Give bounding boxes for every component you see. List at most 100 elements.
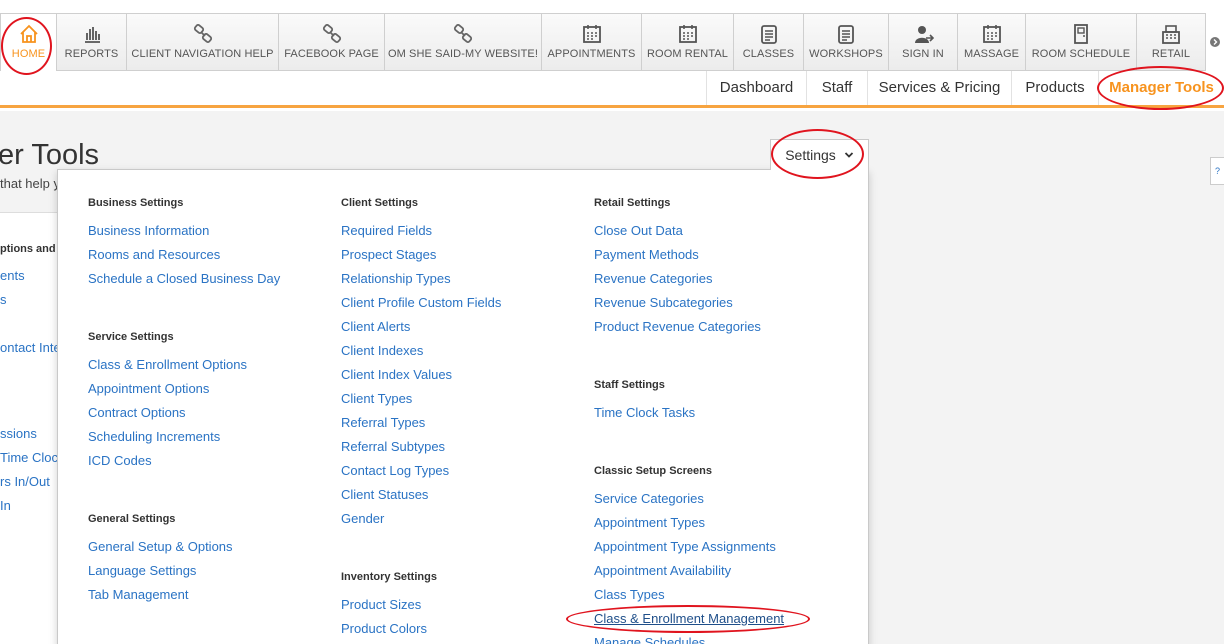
link-class-enrollment-management[interactable]: Class & Enrollment Management (594, 611, 784, 626)
section-inventory-settings: Inventory Settings (341, 571, 437, 583)
subnav-services-pricing[interactable]: Services & Pricing (867, 71, 1011, 105)
link-required-fields[interactable]: Required Fields (341, 223, 432, 238)
link-appointment-availability[interactable]: Appointment Availability (594, 563, 731, 578)
link-contact-log-types[interactable]: Contact Log Types (341, 463, 449, 478)
link-close-out-data[interactable]: Close Out Data (594, 223, 683, 238)
top-toolbar: HOME REPORTS CLIENT NAVIGATION HELP FACE… (0, 13, 1224, 72)
tab-facebook-page-label: FACEBOOK PAGE (284, 48, 379, 60)
link-language-settings[interactable]: Language Settings (88, 563, 196, 578)
clipboard-icon (804, 14, 888, 48)
link-prospect-stages[interactable]: Prospect Stages (341, 247, 436, 262)
tab-room-rental[interactable]: ROOM RENTAL (642, 13, 734, 71)
link-client-indexes[interactable]: Client Indexes (341, 343, 423, 358)
tab-classes-label: CLASSES (742, 48, 795, 60)
link-icon (127, 14, 278, 48)
door-icon (1026, 14, 1136, 48)
settings-dropdown-button[interactable]: Settings (770, 139, 869, 170)
page-title: er Tools (0, 139, 100, 171)
tab-sign-in[interactable]: SIGN IN (889, 13, 958, 71)
link-tab-management[interactable]: Tab Management (88, 587, 188, 602)
link-product-sizes[interactable]: Product Sizes (341, 597, 421, 612)
calendar-icon (958, 14, 1025, 48)
link-time-clock-tasks[interactable]: Time Clock Tasks (594, 405, 695, 420)
settings-button-label: Settings (785, 147, 836, 163)
section-service-settings: Service Settings (88, 331, 174, 343)
tab-om-she-said-website[interactable]: OM SHE SAID-MY WEBSITE! (385, 13, 542, 71)
tab-om-she-said-website-label: OM SHE SAID-MY WEBSITE! (387, 48, 538, 60)
left-link[interactable]: Time Clock (0, 450, 58, 465)
tab-room-schedule-label: ROOM SCHEDULE (1031, 48, 1131, 60)
tab-classes[interactable]: CLASSES (734, 13, 804, 71)
section-staff-settings: Staff Settings (594, 379, 665, 391)
left-link[interactable]: rs In/Out (0, 474, 50, 489)
left-link[interactable]: In (0, 498, 11, 513)
left-link[interactable]: ents (0, 268, 25, 283)
link-business-information[interactable]: Business Information (88, 223, 209, 238)
link-product-colors[interactable]: Product Colors (341, 621, 427, 636)
section-business-settings: Business Settings (88, 197, 184, 209)
link-client-statuses[interactable]: Client Statuses (341, 487, 428, 502)
link-revenue-categories[interactable]: Revenue Categories (594, 271, 713, 286)
link-icd-codes[interactable]: ICD Codes (88, 453, 152, 468)
link-manage-schedules[interactable]: Manage Schedules (594, 635, 705, 644)
link-appointment-type-assignments[interactable]: Appointment Type Assignments (594, 539, 776, 554)
tab-workshops-label: WORKSHOPS (809, 48, 883, 60)
bar-chart-icon (57, 14, 126, 48)
link-contract-options[interactable]: Contract Options (88, 405, 186, 420)
left-link[interactable]: ontact Inte (0, 340, 58, 355)
tab-appointments[interactable]: APPOINTMENTS (542, 13, 642, 71)
section-classic-setup-screens: Classic Setup Screens (594, 465, 713, 477)
tab-client-navigation-help[interactable]: CLIENT NAVIGATION HELP (127, 13, 279, 71)
link-rooms-and-resources[interactable]: Rooms and Resources (88, 247, 220, 262)
link-referral-subtypes[interactable]: Referral Subtypes (341, 439, 445, 454)
clipboard-icon (734, 14, 803, 48)
link-appointment-options[interactable]: Appointment Options (88, 381, 209, 396)
tab-massage-label: MASSAGE (963, 48, 1020, 60)
link-client-alerts[interactable]: Client Alerts (341, 319, 410, 334)
tab-room-rental-label: ROOM RENTAL (647, 48, 728, 60)
home-icon (1, 14, 56, 48)
tab-sign-in-label: SIGN IN (902, 48, 944, 60)
link-icon (385, 14, 541, 48)
link-class-enrollment-options[interactable]: Class & Enrollment Options (88, 357, 247, 372)
subnav-dashboard[interactable]: Dashboard (706, 71, 806, 105)
subnav-products[interactable]: Products (1011, 71, 1098, 105)
link-icon (279, 14, 384, 48)
link-revenue-subcategories[interactable]: Revenue Subcategories (594, 295, 733, 310)
link-client-types[interactable]: Client Types (341, 391, 412, 406)
link-class-types[interactable]: Class Types (594, 587, 665, 602)
link-payment-methods[interactable]: Payment Methods (594, 247, 699, 262)
chevron-right-icon[interactable] (1206, 13, 1224, 71)
link-scheduling-increments[interactable]: Scheduling Increments (88, 429, 220, 444)
link-service-categories[interactable]: Service Categories (594, 491, 704, 506)
tab-reports-label: REPORTS (64, 48, 119, 60)
subnav-manager-tools[interactable]: Manager Tools (1098, 71, 1224, 105)
tab-reports[interactable]: REPORTS (57, 13, 127, 71)
tab-workshops[interactable]: WORKSHOPS (804, 13, 889, 71)
left-link[interactable]: s (0, 292, 7, 307)
left-link[interactable]: ssions (0, 426, 37, 441)
section-general-settings: General Settings (88, 513, 176, 525)
link-appointment-types[interactable]: Appointment Types (594, 515, 705, 530)
link-relationship-types[interactable]: Relationship Types (341, 271, 451, 286)
tab-client-navigation-help-label: CLIENT NAVIGATION HELP (131, 48, 274, 60)
calendar-icon (542, 14, 641, 48)
link-schedule-closed-business-day[interactable]: Schedule a Closed Business Day (88, 271, 280, 286)
link-client-index-values[interactable]: Client Index Values (341, 367, 452, 382)
tab-room-schedule[interactable]: ROOM SCHEDULE (1026, 13, 1137, 71)
link-product-revenue-categories[interactable]: Product Revenue Categories (594, 319, 761, 334)
subnav-staff[interactable]: Staff (806, 71, 867, 105)
tab-facebook-page[interactable]: FACEBOOK PAGE (279, 13, 385, 71)
link-referral-types[interactable]: Referral Types (341, 415, 425, 430)
calendar-icon (642, 14, 733, 48)
left-panel-heading: ptions and M (0, 243, 58, 255)
link-client-profile-custom-fields[interactable]: Client Profile Custom Fields (341, 295, 501, 310)
help-tab[interactable]: ? (1210, 157, 1224, 185)
section-retail-settings: Retail Settings (594, 197, 671, 209)
tab-home[interactable]: HOME (0, 13, 57, 72)
tab-retail[interactable]: RETAIL (1137, 13, 1206, 71)
section-client-settings: Client Settings (341, 197, 419, 209)
link-general-setup-options[interactable]: General Setup & Options (88, 539, 233, 554)
tab-massage[interactable]: MASSAGE (958, 13, 1026, 71)
link-gender[interactable]: Gender (341, 511, 384, 526)
